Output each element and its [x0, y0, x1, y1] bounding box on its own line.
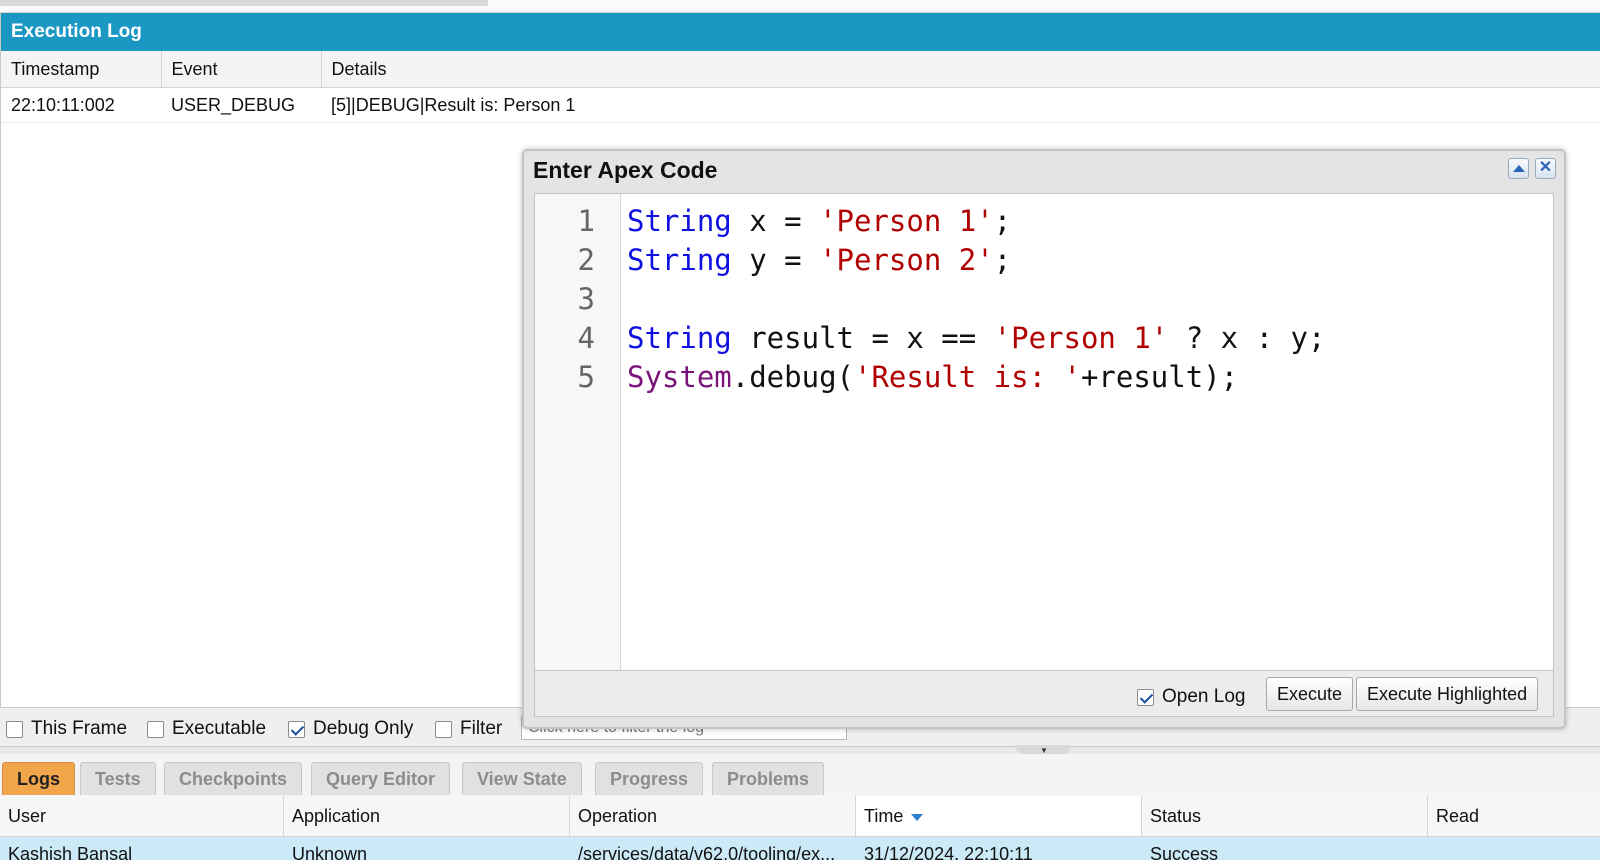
- code-line-4[interactable]: String result = x == 'Person 1' ? x : y;: [627, 321, 1325, 355]
- cell-status: Success: [1150, 844, 1219, 860]
- logs-grid-header: User Application Operation Time Status R…: [0, 796, 1600, 837]
- tab-checkpoints[interactable]: Checkpoints: [164, 762, 303, 795]
- checkbox-box[interactable]: [147, 720, 164, 738]
- cell-event: USER_DEBUG: [161, 87, 321, 123]
- column-header-timestamp[interactable]: Timestamp: [1, 51, 162, 88]
- checkbox-box-checked[interactable]: [1137, 688, 1154, 706]
- checkbox-label: This Frame: [31, 718, 128, 739]
- code-line-2[interactable]: String y = 'Person 2';: [627, 243, 1011, 277]
- checkbox-label: Open Log: [1162, 686, 1246, 707]
- string-token: 'Person 2': [819, 243, 994, 277]
- code-line-5[interactable]: System.debug('Result is: '+result);: [627, 360, 1238, 394]
- column-header-status[interactable]: Status: [1142, 796, 1428, 836]
- cell-time: 31/12/2024, 22:10:11: [864, 844, 1033, 860]
- column-header-read[interactable]: Read: [1428, 796, 1600, 836]
- cell-read: [1428, 837, 1600, 860]
- line-number: 1: [577, 204, 595, 238]
- execution-log-title: Execution Log: [1, 13, 1600, 51]
- dialog-footer: Open Log Execute Execute Highlighted: [534, 671, 1554, 717]
- column-header-details[interactable]: Details: [321, 51, 1600, 88]
- system-class-token: System: [627, 360, 732, 394]
- table-row[interactable]: Kashish Bansal Unknown /services/data/v6…: [0, 837, 1600, 860]
- this-frame-checkbox[interactable]: This Frame: [6, 718, 127, 740]
- checkbox-box-checked[interactable]: [288, 720, 305, 738]
- line-number-gutter: 1 2 3 4 5: [535, 194, 621, 670]
- code-token: .debug(: [731, 360, 854, 394]
- open-log-checkbox[interactable]: Open Log: [1137, 686, 1245, 708]
- line-number: 5: [577, 360, 595, 394]
- dialog-title: Enter Apex Code: [533, 157, 718, 183]
- code-token: ;: [993, 243, 1012, 277]
- apex-code-editor[interactable]: 1 2 3 4 5 String x = 'Person 1'; String …: [534, 193, 1554, 671]
- checkbox-box[interactable]: [435, 720, 452, 738]
- code-token: result = x ==: [731, 321, 994, 355]
- line-number: 2: [577, 243, 595, 277]
- tab-query-editor[interactable]: Query Editor: [311, 762, 451, 795]
- bottom-tab-bar: Logs Tests Checkpoints Query Editor View…: [0, 754, 1600, 797]
- close-icon[interactable]: ✕: [1535, 158, 1556, 179]
- collapse-dialog-icon[interactable]: [1508, 158, 1529, 179]
- cell-details: [5]|DEBUG|Result is: Person 1: [321, 87, 1600, 123]
- execution-log-table: Timestamp Event Details 22:10:11:002 USE…: [1, 51, 1600, 123]
- line-number: 3: [577, 282, 595, 316]
- code-token: y =: [731, 243, 820, 277]
- column-header-event[interactable]: Event: [161, 51, 322, 88]
- execute-highlighted-button[interactable]: Execute Highlighted: [1356, 677, 1539, 711]
- code-token: x =: [731, 204, 820, 238]
- top-strip-segment: [0, 0, 488, 6]
- keyword-token: String: [627, 204, 732, 238]
- debug-only-checkbox[interactable]: Debug Only: [288, 718, 413, 740]
- filter-checkbox[interactable]: Filter: [435, 718, 502, 740]
- string-token: 'Person 1': [819, 204, 994, 238]
- code-token: ;: [993, 204, 1012, 238]
- column-header-user[interactable]: User: [0, 796, 284, 836]
- table-row[interactable]: 22:10:11:002 USER_DEBUG [5]|DEBUG|Result…: [1, 87, 1600, 123]
- string-token: 'Result is: ': [853, 360, 1081, 394]
- execute-button[interactable]: Execute: [1266, 677, 1354, 711]
- tab-logs[interactable]: Logs: [2, 762, 75, 795]
- cell-application: Unknown: [292, 844, 368, 860]
- tab-tests[interactable]: Tests: [80, 762, 156, 795]
- executable-checkbox[interactable]: Executable: [147, 718, 266, 740]
- cell-timestamp: 22:10:11:002: [1, 87, 161, 123]
- tab-progress[interactable]: Progress: [595, 762, 704, 795]
- checkbox-label: Executable: [172, 718, 267, 739]
- column-header-time[interactable]: Time: [856, 796, 1142, 836]
- column-header-operation[interactable]: Operation: [570, 796, 856, 836]
- top-strip: [0, 0, 1600, 13]
- code-token: +result);: [1080, 360, 1239, 394]
- code-token: ? x : y;: [1168, 321, 1326, 355]
- checkbox-box[interactable]: [6, 720, 23, 738]
- string-token: 'Person 1': [993, 321, 1169, 355]
- keyword-token: String: [627, 243, 732, 277]
- checkbox-label: Debug Only: [313, 718, 414, 739]
- code-line-1[interactable]: String x = 'Person 1';: [627, 204, 1011, 238]
- line-number: 4: [577, 321, 595, 355]
- execution-log-header-row: Timestamp Event Details: [1, 51, 1600, 88]
- tab-problems[interactable]: Problems: [712, 762, 825, 795]
- cell-operation: /services/data/v62.0/tooling/ex...: [578, 844, 836, 860]
- cell-user: Kashish Bansal: [8, 844, 133, 860]
- sort-descending-icon: [911, 813, 924, 821]
- enter-apex-code-dialog: Enter Apex Code ✕ 1 2 3 4 5 String x = '…: [522, 149, 1566, 729]
- tab-view-state[interactable]: View State: [462, 762, 582, 795]
- keyword-token: String: [627, 321, 732, 355]
- column-header-application[interactable]: Application: [284, 796, 570, 836]
- checkbox-label: Filter: [460, 718, 503, 739]
- column-header-time-label: Time: [864, 806, 904, 826]
